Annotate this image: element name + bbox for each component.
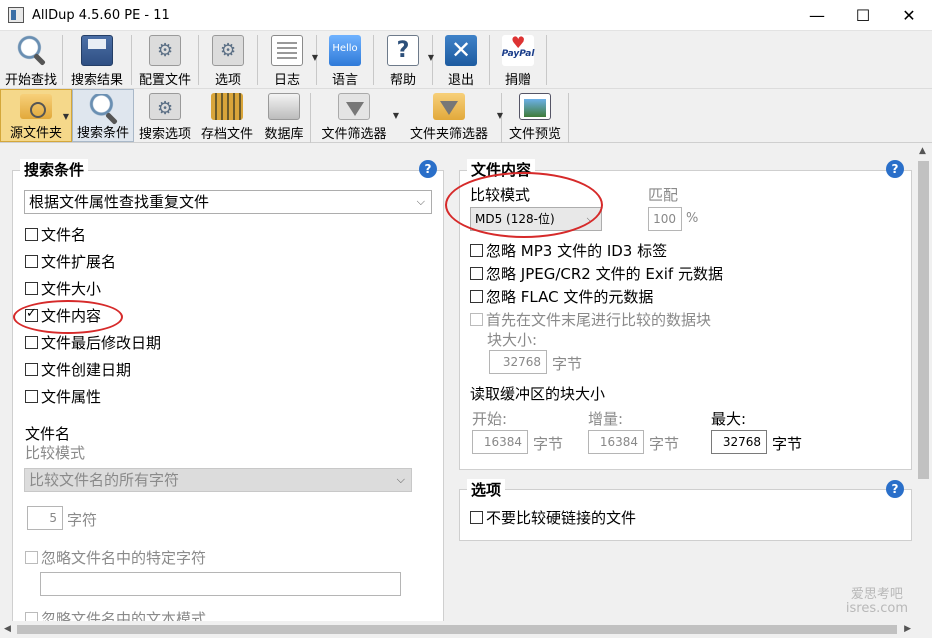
match-percent-input[interactable]: 100 — [648, 207, 682, 231]
file-preview-button[interactable]: 文件预览 — [502, 89, 568, 142]
vertical-scrollbar[interactable]: ▲ — [915, 143, 932, 621]
options-button[interactable]: 选项 — [199, 31, 257, 88]
ignore-chars-input[interactable] — [40, 572, 401, 596]
criteria-created-date-checkbox[interactable]: 文件创建日期 — [25, 359, 131, 380]
buffer-max-input[interactable]: 32768 — [711, 430, 767, 454]
search-options-icon — [149, 93, 181, 120]
help-button[interactable]: ? 帮助 ▼ — [374, 31, 434, 88]
block-size-input[interactable]: 32768 — [489, 350, 547, 374]
folder-filter-icon — [433, 93, 465, 120]
chars-count-input[interactable]: 5 — [27, 506, 63, 530]
search-criteria-icon — [87, 94, 119, 119]
buffer-start-label: 开始: — [472, 410, 508, 428]
window-title: AllDup 4.5.60 PE - 11 — [32, 7, 170, 23]
buffer-max-unit: 字节 — [772, 435, 803, 453]
criteria-modified-date-checkbox[interactable]: 文件最后修改日期 — [25, 332, 161, 353]
database-button[interactable]: 数据库 — [258, 89, 310, 142]
match-unit-label: % — [686, 211, 699, 226]
search-results-button[interactable]: 搜索结果 — [63, 31, 131, 88]
content-area: 搜索条件 ? 根据文件属性查找重复文件⌵ 文件名 文件扩展名 文件大小 文件内容… — [0, 143, 932, 638]
ignore-exif-checkbox[interactable]: 忽略 JPEG/CR2 文件的 Exif 元数据 — [470, 263, 723, 284]
database-icon — [268, 93, 300, 120]
chevron-down-icon: ⌵ — [396, 473, 405, 486]
config-gear-icon — [149, 35, 181, 66]
criteria-filename-checkbox[interactable]: 文件名 — [25, 224, 86, 245]
source-folder-button[interactable]: 源文件夹 ▼ — [0, 89, 72, 142]
file-preview-icon — [519, 93, 551, 120]
highlight-ellipse — [445, 172, 603, 238]
magnifier-icon — [15, 35, 47, 66]
horizontal-scrollbar[interactable]: ◀ ▶ — [0, 621, 932, 638]
help-icon[interactable]: ? — [886, 160, 904, 178]
buffer-max-label: 最大: — [711, 410, 747, 428]
exit-button[interactable]: ✕ 退出 — [433, 31, 489, 88]
archive-button[interactable]: 存档文件 — [196, 89, 258, 142]
folder-filter-button[interactable]: 文件夹筛选器 ▼ — [397, 89, 503, 142]
criteria-extension-checkbox[interactable]: 文件扩展名 — [25, 251, 116, 272]
block-size-unit: 字节 — [552, 355, 583, 373]
start-search-button[interactable]: 开始查找 — [0, 31, 62, 88]
title-bar: AllDup 4.5.60 PE - 11 — ☐ ✕ — [0, 0, 932, 30]
buffer-increment-input[interactable]: 16384 — [588, 430, 644, 454]
paypal-icon: PayPal — [502, 33, 534, 66]
filename-compare-mode-dropdown[interactable]: 比较文件名的所有字符 ⌵ — [24, 468, 412, 492]
watermark: 爱思考吧 isres.com — [845, 587, 908, 616]
donate-button[interactable]: PayPal 捐赠 — [490, 31, 546, 88]
chars-unit-label: 字符 — [67, 511, 98, 529]
view-toolbar: 源文件夹 ▼ 搜索条件 搜索选项 存档文件 数据库 文件筛选器 ▼ 文件夹筛选器… — [0, 88, 932, 143]
search-criteria-title: 搜索条件 — [20, 159, 89, 180]
maximize-button[interactable]: ☐ — [840, 0, 886, 30]
log-button[interactable]: 日志 ▼ — [258, 31, 318, 88]
scroll-up-icon[interactable]: ▲ — [919, 146, 926, 156]
criteria-size-checkbox[interactable]: 文件大小 — [25, 278, 101, 299]
file-filter-icon — [338, 93, 370, 120]
compare-end-block-checkbox[interactable]: 首先在文件末尾进行比较的数据块 — [470, 309, 711, 330]
buffer-start-unit: 字节 — [533, 435, 564, 453]
main-toolbar: 开始查找 搜索结果 配置文件 选项 日志 ▼ Hello 语言 ? 帮助 ▼ ✕… — [0, 30, 932, 88]
filename-compare-mode-label: 比较模式 — [25, 444, 86, 462]
language-button[interactable]: Hello 语言 — [317, 31, 373, 88]
chevron-down-icon[interactable]: ▼ — [63, 112, 69, 121]
buffer-start-input[interactable]: 16384 — [472, 430, 528, 454]
options-icon — [212, 35, 244, 66]
help-icon[interactable]: ? — [419, 160, 437, 178]
buffer-increment-unit: 字节 — [649, 435, 680, 453]
filename-heading: 文件名 — [25, 425, 71, 443]
config-file-button[interactable]: 配置文件 — [132, 31, 198, 88]
scroll-right-icon[interactable]: ▶ — [904, 624, 911, 634]
chevron-down-icon: ⌵ — [416, 195, 425, 208]
buffer-increment-label: 增量: — [588, 410, 624, 428]
file-filter-button[interactable]: 文件筛选器 ▼ — [311, 89, 399, 142]
minimize-button[interactable]: — — [794, 0, 840, 30]
ignore-flac-checkbox[interactable]: 忽略 FLAC 文件的元数据 — [470, 286, 653, 307]
search-options-button[interactable]: 搜索选项 — [134, 89, 196, 142]
vertical-scroll-thumb[interactable] — [918, 161, 929, 479]
ignore-chars-checkbox[interactable]: 忽略文件名中的特定字符 — [25, 547, 206, 568]
close-button[interactable]: ✕ — [886, 0, 932, 30]
criteria-attributes-checkbox[interactable]: 文件属性 — [25, 386, 101, 407]
app-icon — [8, 7, 24, 23]
no-hardlink-checkbox[interactable]: 不要比较硬链接的文件 — [470, 507, 636, 528]
horizontal-scroll-thumb[interactable] — [17, 625, 897, 634]
help-icon[interactable]: ? — [886, 480, 904, 498]
ignore-id3-checkbox[interactable]: 忽略 MP3 文件的 ID3 标签 — [470, 240, 667, 261]
options-title: 选项 — [467, 479, 506, 500]
source-folder-icon — [20, 94, 52, 119]
archive-icon — [211, 93, 243, 120]
save-disk-icon — [81, 35, 113, 66]
search-method-dropdown[interactable]: 根据文件属性查找重复文件 ⌵ — [24, 190, 432, 214]
block-size-label: 块大小: — [487, 331, 538, 349]
match-label: 匹配 — [648, 186, 679, 204]
scroll-left-icon[interactable]: ◀ — [4, 624, 11, 634]
buffer-size-label: 读取缓冲区的块大小 — [470, 385, 606, 403]
search-criteria-button[interactable]: 搜索条件 — [72, 89, 134, 142]
hello-language-icon: Hello — [329, 35, 361, 66]
log-document-icon — [271, 35, 303, 66]
exit-icon: ✕ — [445, 35, 477, 66]
highlight-ellipse — [13, 300, 123, 334]
help-icon: ? — [387, 35, 419, 66]
